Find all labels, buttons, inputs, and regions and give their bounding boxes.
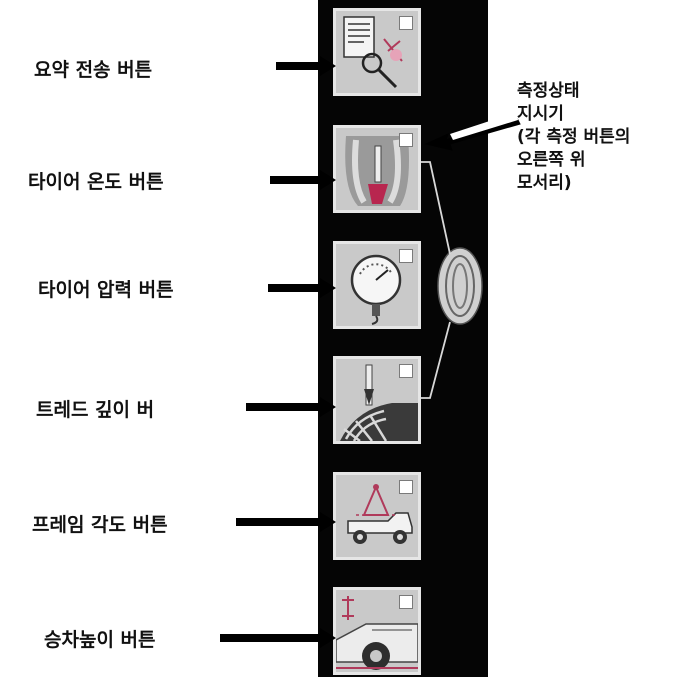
callout-line: (각 측정 버튼의 — [517, 127, 631, 147]
summary-send-label: 요약 전송 버튼 — [34, 59, 153, 81]
arrow-summary-send — [276, 56, 336, 76]
arrow-tread-depth — [246, 397, 336, 417]
ride-height-label: 승차높이 버튼 — [44, 629, 156, 651]
frame-angle-label: 프레임 각도 버튼 — [32, 514, 168, 536]
arrow-tire-pressure — [268, 278, 336, 298]
callout-line: 지시기 — [517, 104, 564, 124]
tread-depth-label: 트레드 깊이 버 — [36, 399, 155, 421]
callout-line: 모서리) — [517, 173, 572, 193]
arrow-ride-height — [220, 628, 336, 648]
callout-line: 오른쪽 위 — [517, 150, 586, 170]
arrow-tire-temperature — [270, 170, 336, 190]
tire-temperature-label: 타이어 온도 버튼 — [28, 171, 164, 193]
status-indicator-callout: 측정상태 지시기 (각 측정 버튼의 오른쪽 위 모서리) — [517, 80, 630, 195]
arrow-frame-angle — [236, 512, 336, 532]
callout-line: 측정상태 — [517, 81, 580, 101]
tire-pressure-label: 타이어 압력 버튼 — [38, 279, 174, 301]
